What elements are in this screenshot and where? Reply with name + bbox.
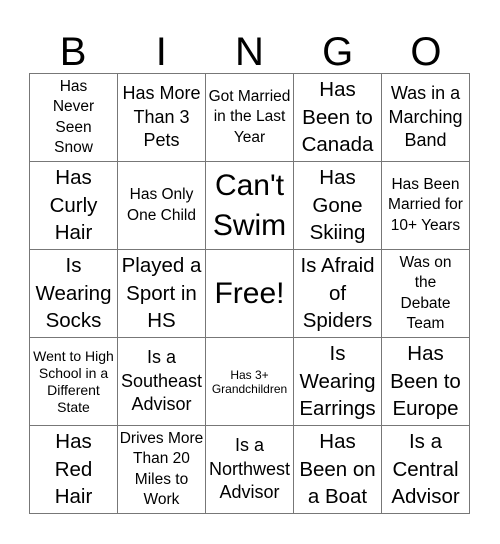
bingo-cell[interactable]: Was in a Marching Band <box>382 74 470 162</box>
cell-text: Has Never Seen Snow <box>52 77 95 157</box>
bingo-cell[interactable]: Got Married in the Last Year <box>206 74 294 162</box>
bingo-cell[interactable]: Has Gone Skiing <box>294 162 382 250</box>
cell-text: Went to High School in a Different State <box>33 347 114 415</box>
cell-text: Has Been on a Boat <box>299 430 376 509</box>
cell-text: Was on the Debate Team <box>399 253 452 333</box>
bingo-cell[interactable]: Has Curly Hair <box>30 162 118 250</box>
cell-text: Free! <box>214 276 285 310</box>
cell-text: Drives More Than 20 Miles to Work <box>119 429 204 509</box>
cell-text: Has Been Married for 10+ Years <box>388 175 463 234</box>
bingo-cell[interactable]: Is Wearing Earrings <box>294 338 382 426</box>
cell-text: Got Married in the Last Year <box>208 87 291 146</box>
cell-text: Can't Swim <box>212 168 287 242</box>
free-space[interactable]: Free! <box>206 250 294 338</box>
bingo-cell[interactable]: Can't Swim <box>206 162 294 250</box>
header-letter-i: I <box>155 30 167 74</box>
cell-text: Is Afraid of Spiders <box>300 254 375 333</box>
bingo-cell[interactable]: Is Afraid of Spiders <box>294 250 382 338</box>
cell-text: Is Wearing Socks <box>35 254 112 333</box>
cell-text: Has Curly Hair <box>49 166 98 245</box>
header-letter-n: N <box>235 30 264 74</box>
cell-text: Is a Central Advisor <box>391 430 460 509</box>
bingo-cell[interactable]: Has Red Hair <box>30 426 118 514</box>
cell-text: Is Wearing Earrings <box>299 342 376 421</box>
bingo-cell[interactable]: Has 3+ Grandchildren <box>206 338 294 426</box>
header-letter-g: G <box>322 30 354 74</box>
cell-text: Has Been to Europe <box>390 342 461 421</box>
bingo-cell[interactable]: Is Wearing Socks <box>30 250 118 338</box>
bingo-cell[interactable]: Went to High School in a Different State <box>30 338 118 426</box>
header-letter-o: O <box>410 30 442 74</box>
bingo-header: B I N G O <box>29 28 470 74</box>
bingo-cell[interactable]: Has Never Seen Snow <box>30 74 118 162</box>
cell-text: Played a Sport in HS <box>121 254 202 333</box>
bingo-cell[interactable]: Is a Northwest Advisor <box>206 426 294 514</box>
cell-text: Has Gone Skiing <box>309 166 366 245</box>
bingo-cell[interactable]: Has Been to Europe <box>382 338 470 426</box>
header-letter-b: B <box>59 30 87 74</box>
cell-text: Has Red Hair <box>54 430 93 509</box>
cell-text: Is a Northwest Advisor <box>208 435 291 503</box>
bingo-cell[interactable]: Drives More Than 20 Miles to Work <box>118 426 206 514</box>
bingo-cell[interactable]: Played a Sport in HS <box>118 250 206 338</box>
bingo-cell[interactable]: Has Been on a Boat <box>294 426 382 514</box>
bingo-cell[interactable]: Is a Southeast Advisor <box>118 338 206 426</box>
bingo-cell[interactable]: Has Been Married for 10+ Years <box>382 162 470 250</box>
bingo-cell[interactable]: Is a Central Advisor <box>382 426 470 514</box>
bingo-cell[interactable]: Was on the Debate Team <box>382 250 470 338</box>
cell-text: Has Been to Canada <box>301 78 374 157</box>
bingo-cell[interactable]: Has Only One Child <box>118 162 206 250</box>
cell-text: Is a Southeast Advisor <box>120 347 203 415</box>
bingo-cell[interactable]: Has Been to Canada <box>294 74 382 162</box>
cell-text: Has More Than 3 Pets <box>122 83 201 151</box>
cell-text: Has 3+ Grandchildren <box>211 367 288 396</box>
bingo-cell[interactable]: Has More Than 3 Pets <box>118 74 206 162</box>
cell-text: Was in a Marching Band <box>388 83 463 151</box>
cell-text: Has Only One Child <box>127 186 196 224</box>
bingo-board: Has Never Seen Snow Has More Than 3 Pets… <box>29 73 470 514</box>
